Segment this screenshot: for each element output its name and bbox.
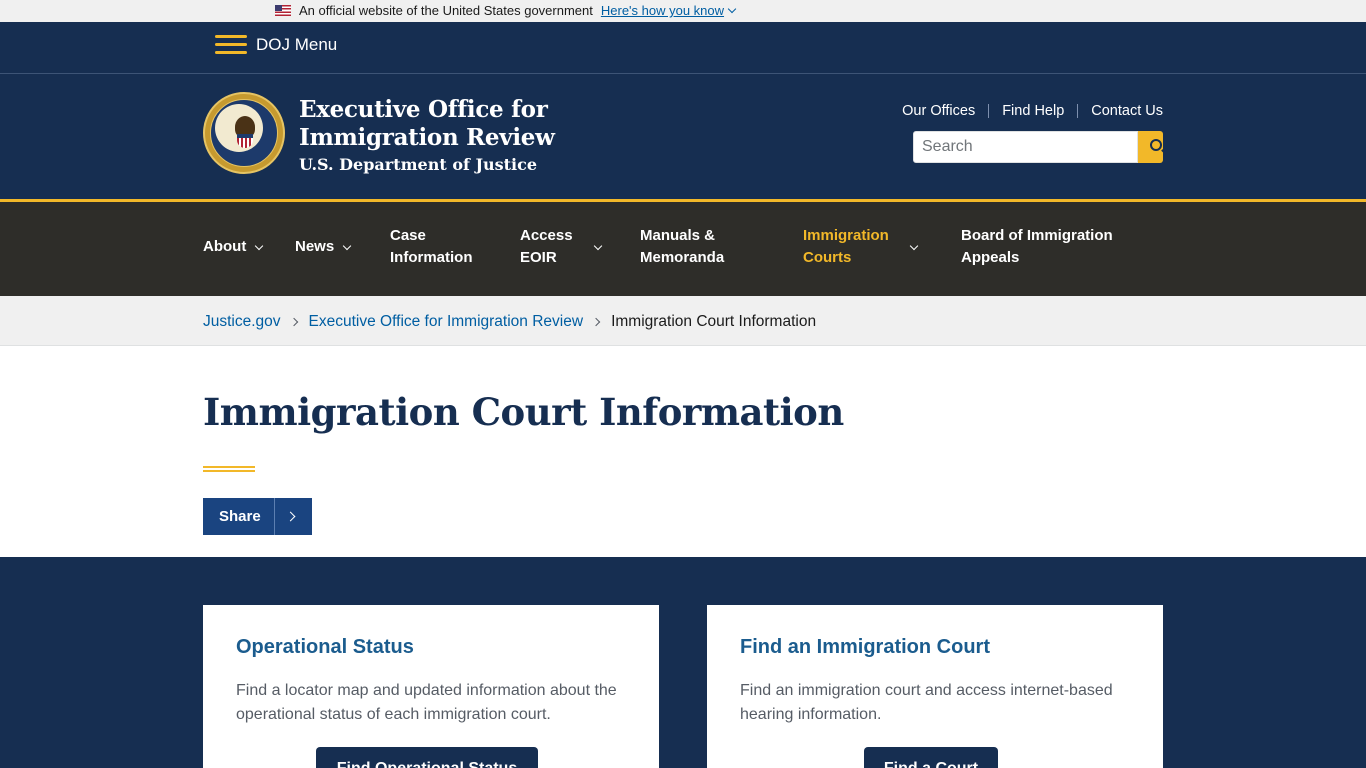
chevron-down-icon [909, 241, 919, 250]
us-flag-icon [275, 5, 291, 16]
find-a-court-button[interactable]: Find a Court [864, 747, 998, 768]
nav-item-label: Access EOIR [520, 227, 573, 266]
nav-item-access-eoir[interactable]: Access EOIR [520, 225, 602, 269]
breadcrumb-justice-gov[interactable]: Justice.gov [203, 313, 281, 331]
hamburger-menu-icon [215, 34, 247, 56]
chevron-down-icon [593, 241, 602, 250]
chevron-right-icon [285, 511, 296, 522]
divider [988, 104, 990, 118]
breadcrumb-eoir[interactable]: Executive Office for Immigration Review [309, 313, 584, 331]
card-text: Find a locator map and updated informati… [236, 682, 617, 723]
share-button[interactable]: Share [203, 498, 312, 535]
search-input[interactable] [913, 131, 1138, 163]
chevron-down-icon [342, 241, 352, 250]
nav-item-label: About [203, 238, 247, 255]
cards-section: Operational Status Find a locator map an… [0, 557, 1366, 768]
nav-item-label: Immigration Courts [803, 227, 889, 266]
find-help-link[interactable]: Find Help [1002, 103, 1064, 119]
nav-item-label: Case Information [390, 227, 473, 266]
title-area: Immigration Court Information Share [0, 346, 1366, 559]
divider [274, 498, 275, 535]
nav-item-manuals-memoranda[interactable]: Manuals & Memoranda [640, 225, 724, 269]
chevron-right-icon [289, 317, 298, 327]
nav-item-case-information[interactable]: Case Information [390, 225, 473, 269]
doj-menu-bar: DOJ Menu [0, 22, 1366, 74]
breadcrumb: Justice.gov Executive Office for Immigra… [0, 296, 1366, 346]
gov-banner-text: An official website of the United States… [299, 3, 593, 18]
nav-item-news[interactable]: News [295, 236, 352, 258]
gov-banner: An official website of the United States… [0, 0, 1366, 22]
nav-item-about[interactable]: About [203, 236, 264, 258]
search-form [913, 131, 1163, 163]
breadcrumb-current: Immigration Court Information [611, 313, 817, 330]
card-title[interactable]: Operational Status [236, 636, 414, 659]
nav-item-label: Manuals & Memoranda [640, 227, 725, 266]
site-title-line1: Executive Office for [299, 96, 548, 123]
doj-seal-logo[interactable] [203, 92, 285, 174]
search-icon [1150, 139, 1162, 151]
search-button[interactable] [1138, 131, 1163, 163]
doj-menu-button[interactable]: DOJ Menu [215, 34, 337, 56]
site-title-line2: Immigration Review [299, 124, 555, 151]
chevron-down-icon [255, 241, 264, 250]
our-offices-link[interactable]: Our Offices [902, 103, 975, 119]
doj-menu-label: DOJ Menu [256, 35, 338, 54]
heres-how-you-know-label: Here's how you know [600, 3, 725, 18]
site-title[interactable]: Executive Office for Immigration Review … [299, 96, 555, 178]
chevron-down-icon [727, 4, 737, 14]
divider [1077, 104, 1079, 118]
site-subtitle: U.S. Department of Justice [299, 155, 538, 174]
nav-item-board-of-immigration-appeals[interactable]: Board of Immigration Appeals [961, 225, 1113, 269]
page-title: Immigration Court Information [203, 390, 844, 434]
contact-us-link[interactable]: Contact Us [1091, 103, 1163, 119]
card-find-court: Find an Immigration Court Find an immigr… [707, 605, 1163, 768]
nav-item-immigration-courts[interactable]: Immigration Courts [803, 225, 919, 269]
heres-how-you-know-link[interactable]: Here's how you know [600, 3, 737, 18]
card-operational-status: Operational Status Find a locator map an… [203, 605, 659, 768]
chevron-right-icon [591, 317, 601, 327]
card-text: Find an immigration court and access int… [740, 682, 1113, 723]
find-operational-status-button[interactable]: Find Operational Status [316, 747, 538, 768]
nav-item-label: News [295, 238, 335, 255]
share-label: Share [219, 508, 261, 525]
title-underline [203, 466, 255, 472]
nav-item-label: Board of Immigration Appeals [961, 227, 1113, 266]
utility-links: Our Offices Find Help Contact Us [902, 103, 1163, 119]
main-nav: About News Case Information Access EOIR Ma… [0, 199, 1366, 296]
card-title[interactable]: Find an Immigration Court [740, 636, 990, 659]
site-header: Executive Office for Immigration Review … [0, 74, 1366, 199]
